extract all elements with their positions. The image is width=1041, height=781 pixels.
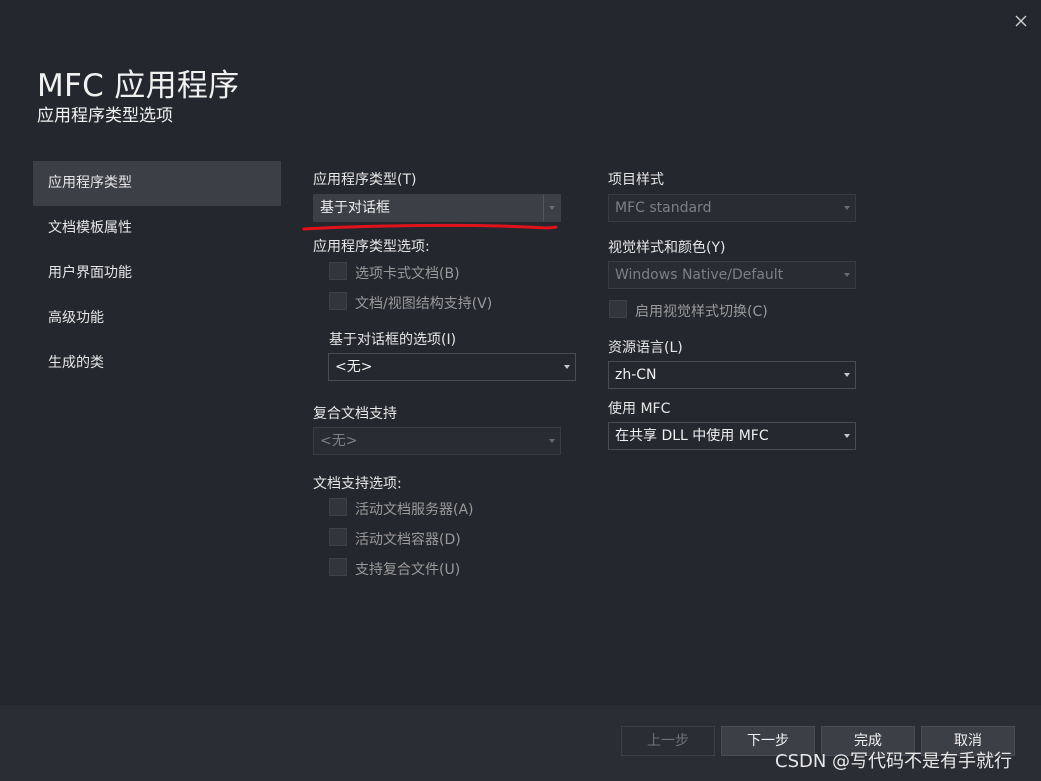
dialog-options-value: <无> [335,359,373,375]
page-title: MFC 应用程序 [37,68,240,104]
chevron-down-icon [544,428,560,454]
chevron-down-icon [839,362,855,388]
watermark: CSDN @写代码不是有手就行 [775,751,1013,772]
app-type-value: 基于对话框 [320,200,390,216]
sidebar-item-generated-classes[interactable]: 生成的类 [33,341,281,386]
resource-lang-label: 资源语言(L) [608,340,683,356]
chevron-down-icon [839,423,855,449]
doc-view-checkbox[interactable] [329,292,347,310]
close-button[interactable] [1010,10,1032,32]
project-style-value: MFC standard [615,200,712,216]
compound-doc-value: <无> [320,433,358,449]
close-icon [1015,15,1027,27]
sidebar-item-label: 高级功能 [48,310,104,326]
prev-button[interactable]: 上一步 [621,726,715,756]
doc-view-label: 文档/视图结构支持(V) [355,296,493,312]
resource-lang-value: zh-CN [615,367,657,383]
compound-files-checkbox[interactable] [329,558,347,576]
sidebar-item-label: 文档模板属性 [48,220,132,236]
sidebar-item-doc-template[interactable]: 文档模板属性 [33,206,281,251]
resource-lang-select[interactable]: zh-CN [608,361,856,389]
chevron-down-icon [839,195,855,221]
doc-support-label: 文档支持选项: [313,476,402,492]
visual-switch-checkbox[interactable] [609,300,627,318]
project-style-label: 项目样式 [608,172,664,188]
compound-doc-select[interactable]: <无> [313,427,561,455]
red-underline-annotation [302,223,558,231]
sidebar-item-advanced[interactable]: 高级功能 [33,296,281,341]
page-subtitle: 应用程序类型选项 [37,106,173,126]
use-mfc-select[interactable]: 在共享 DLL 中使用 MFC [608,422,856,450]
sidebar-item-label: 生成的类 [48,355,104,371]
sidebar-item-ui-features[interactable]: 用户界面功能 [33,251,281,296]
chevron-down-icon [839,262,855,288]
visual-switch-label: 启用视觉样式切换(C) [635,304,768,320]
app-type-select[interactable]: 基于对话框 [313,194,561,222]
active-doc-server-checkbox[interactable] [329,498,347,516]
use-mfc-label: 使用 MFC [608,401,671,417]
sidebar-item-label: 应用程序类型 [48,175,132,191]
visual-style-label: 视觉样式和颜色(Y) [608,240,726,256]
chevron-down-icon [543,195,560,221]
active-doc-container-label: 活动文档容器(D) [355,532,461,548]
project-style-select[interactable]: MFC standard [608,194,856,222]
visual-style-value: Windows Native/Default [615,267,784,283]
active-doc-server-label: 活动文档服务器(A) [355,502,474,518]
app-type-options-label: 应用程序类型选项: [313,239,430,255]
dialog-options-label: 基于对话框的选项(I) [329,332,457,348]
sidebar-item-label: 用户界面功能 [48,265,132,281]
active-doc-container-checkbox[interactable] [329,528,347,546]
visual-style-select[interactable]: Windows Native/Default [608,261,856,289]
dialog-options-select[interactable]: <无> [328,353,576,381]
compound-files-label: 支持复合文件(U) [355,562,461,578]
app-type-label: 应用程序类型(T) [313,172,417,188]
tabbed-docs-checkbox[interactable] [329,262,347,280]
chevron-down-icon [559,354,575,380]
use-mfc-value: 在共享 DLL 中使用 MFC [615,428,769,444]
compound-doc-label: 复合文档支持 [313,406,397,422]
tabbed-docs-label: 选项卡式文档(B) [355,266,460,282]
sidebar-item-app-type[interactable]: 应用程序类型 [33,161,281,206]
